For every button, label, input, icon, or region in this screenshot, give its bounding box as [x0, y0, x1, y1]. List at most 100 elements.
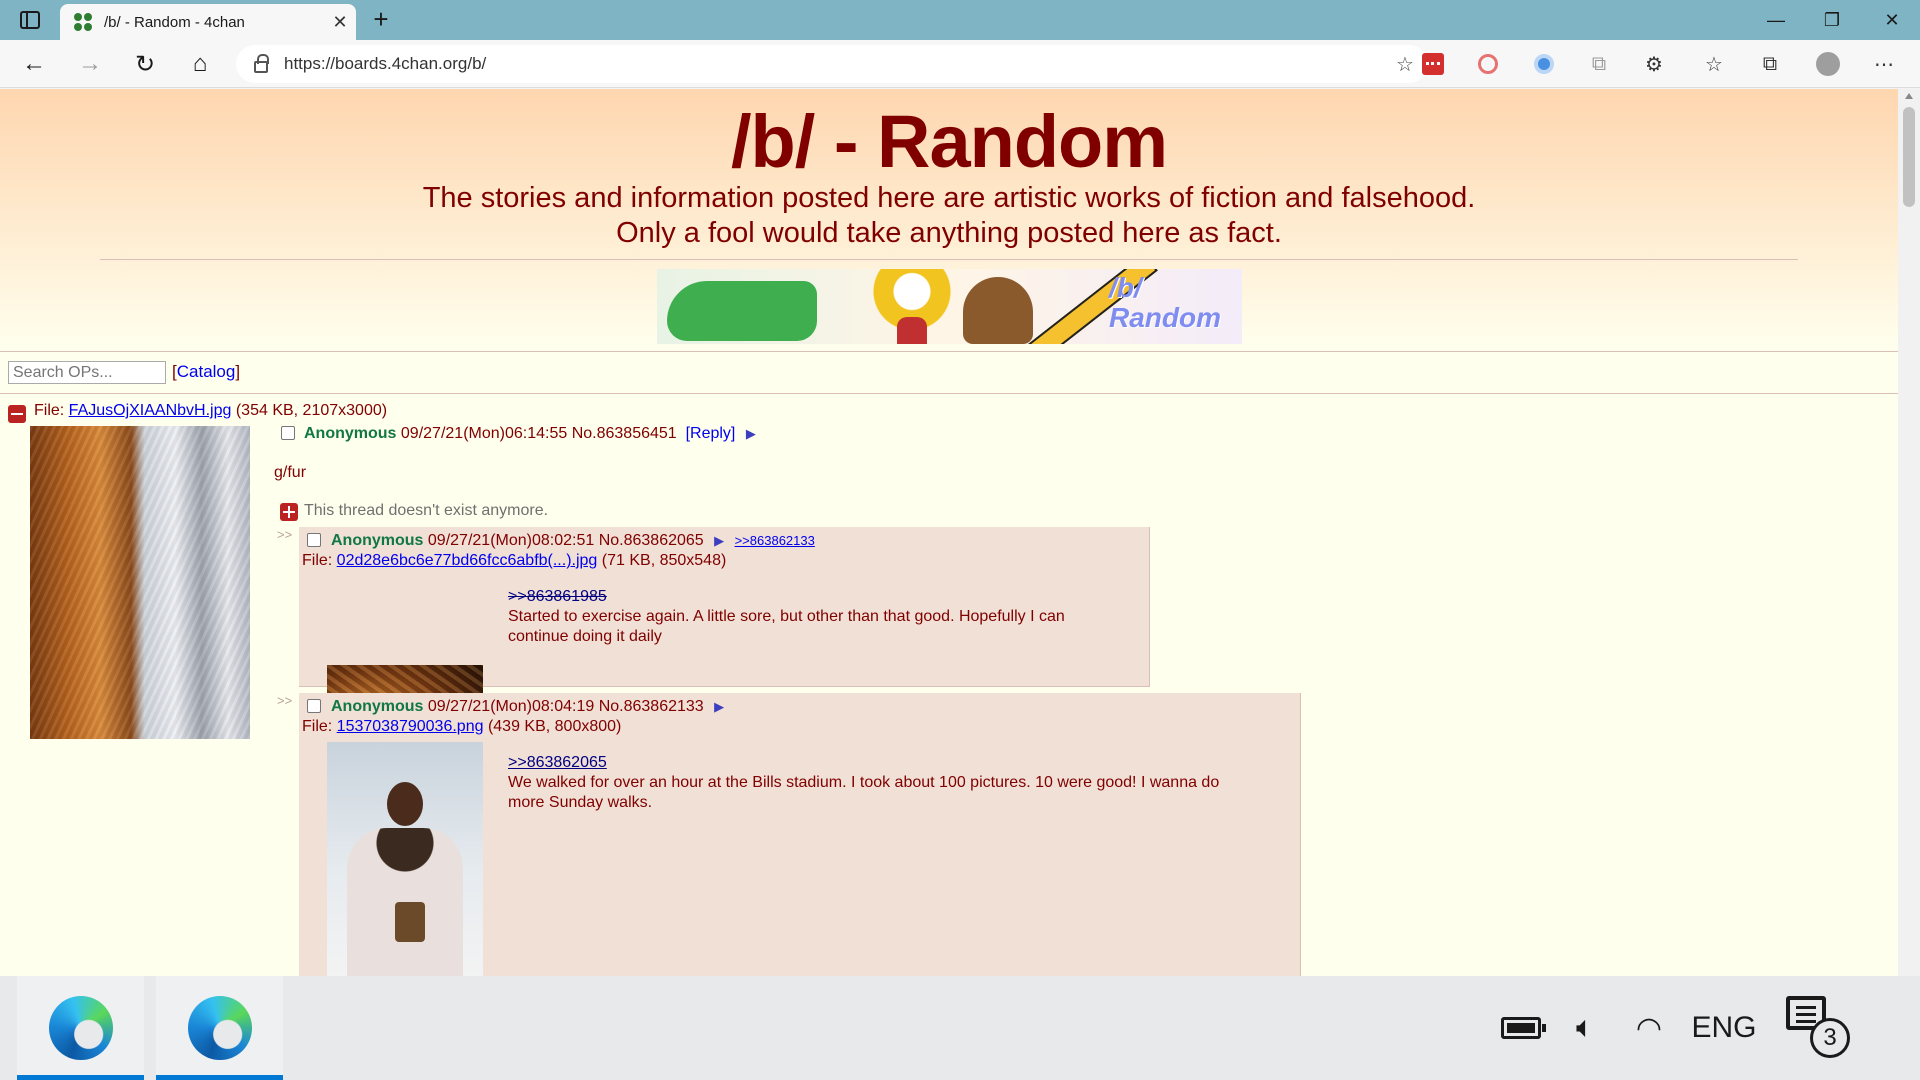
banner-seal-art: [963, 277, 1033, 344]
reply-select-checkbox[interactable]: [307, 699, 321, 713]
new-tab-button[interactable]: +: [366, 5, 396, 35]
forward-button[interactable]: →: [72, 46, 108, 82]
banner-label-board: /b/: [1109, 272, 1142, 303]
thread-gone-notice: This thread doesn't exist anymore.: [304, 502, 549, 519]
divider: [0, 351, 1898, 352]
banner-dragon-art: [667, 281, 817, 341]
post-datetime: 09/27/21(Mon)06:14:55: [400, 425, 568, 442]
op-select-checkbox[interactable]: [281, 426, 295, 440]
hide-thread-minus-icon[interactable]: [8, 405, 26, 423]
reply-file-link[interactable]: 1537038790036.png: [337, 718, 484, 735]
reply-comment: >>863861985 Started to exercise again. A…: [508, 587, 1108, 647]
edge-browser-icon: [187, 996, 252, 1060]
red-password-extension-icon[interactable]: [1422, 53, 1444, 75]
tab-title: /b/ - Random - 4chan: [104, 13, 245, 31]
browser-tab-active[interactable]: /b/ - Random - 4chan ✕: [60, 4, 356, 40]
browser-tab-strip: /b/ - Random - 4chan ✕ + — ❐ ✕: [0, 0, 1920, 40]
page-scrollbar[interactable]: [1898, 89, 1920, 976]
reply-select-checkbox[interactable]: [307, 533, 321, 547]
poster-name: Anonymous: [304, 425, 397, 442]
collections-icon[interactable]: ⧉: [1758, 52, 1782, 76]
reply-link[interactable]: [Reply]: [686, 425, 736, 442]
board-banner[interactable]: /b/ Random: [657, 269, 1242, 344]
post-datetime: 09/27/21(Mon)08:04:19: [427, 698, 595, 715]
extensions-puzzle-icon[interactable]: ⚙: [1642, 52, 1666, 76]
taskbar-edge-app[interactable]: [156, 976, 283, 1080]
gray-extension-icon[interactable]: ⧉: [1587, 52, 1611, 76]
refresh-button[interactable]: ↻: [127, 46, 163, 82]
post-menu-icon[interactable]: ▶: [714, 699, 724, 714]
catalog-link[interactable]: Catalog: [177, 362, 236, 381]
favorites-icon[interactable]: ☆: [1702, 52, 1726, 76]
home-button[interactable]: ⌂: [182, 46, 218, 82]
catalog-link-wrapper: [Catalog]: [172, 362, 241, 381]
post-menu-icon[interactable]: ▶: [746, 426, 756, 441]
photo-person-head: [387, 782, 423, 826]
banner-label-name: Random: [1109, 302, 1221, 333]
reply-image-thumbnail[interactable]: [327, 742, 483, 976]
reply-comment: >>863862065 We walked for over an hour a…: [508, 753, 1248, 813]
backlink[interactable]: >>863862133: [735, 533, 815, 548]
quote-link[interactable]: >>863862065: [508, 753, 1248, 773]
reply-file-link[interactable]: 02d28e6bc6e77bd66fcc6abfb(...).jpg: [337, 552, 598, 569]
board-page: /b/ - Random The stories and information…: [0, 89, 1898, 976]
op-file-link[interactable]: FAJusOjXIAANbvH.jpg: [69, 402, 232, 419]
address-bar[interactable]: https://boards.4chan.org/b/ ☆: [236, 45, 1428, 83]
scrollbar-thumb[interactable]: [1903, 107, 1915, 207]
close-window-button[interactable]: ✕: [1864, 0, 1920, 40]
notification-center-icon[interactable]: 3: [1780, 992, 1856, 1064]
back-button[interactable]: ←: [16, 46, 52, 82]
active-app-indicator: [156, 1075, 283, 1080]
post-number[interactable]: No.863862133: [599, 698, 704, 715]
op-file-info: File: FAJusOjXIAANbvH.jpg (354 KB, 2107x…: [34, 402, 388, 419]
tab-actions-icon[interactable]: [14, 8, 46, 32]
volume-icon[interactable]: 🔈︎: [1560, 996, 1610, 1060]
banner-girl-art: [867, 269, 957, 344]
notification-count-badge: 3: [1810, 1018, 1850, 1058]
post-menu-icon[interactable]: ▶: [714, 533, 724, 548]
op-image-thumbnail[interactable]: [30, 426, 250, 739]
board-subtitle-line2: Only a fool would take anything posted h…: [616, 217, 1282, 249]
add-favorite-icon[interactable]: ☆: [1388, 52, 1422, 77]
divider: [0, 393, 1898, 394]
browser-toolbar: ← → ↻ ⌂ https://boards.4chan.org/b/ ☆ ⧉ …: [0, 40, 1920, 88]
taskbar-edge-app[interactable]: [17, 976, 144, 1080]
wifi-icon[interactable]: ◠: [1624, 996, 1674, 1060]
blue-dot-extension-icon[interactable]: [1532, 52, 1556, 76]
minimize-button[interactable]: —: [1748, 0, 1804, 40]
poster-name: Anonymous: [331, 698, 424, 715]
dead-quote-link[interactable]: >>863861985: [508, 587, 1108, 607]
4chan-clover-icon: [74, 13, 92, 31]
maximize-button[interactable]: ❐: [1804, 0, 1860, 40]
photo-handbag: [395, 902, 425, 942]
tab-close-icon[interactable]: ✕: [324, 12, 356, 33]
expand-plus-icon[interactable]: [280, 503, 298, 521]
search-ops-input[interactable]: [8, 361, 166, 384]
post-number[interactable]: No.863856451: [572, 425, 677, 442]
more-menu-icon[interactable]: ⋯: [1872, 52, 1896, 76]
red-block-extension-icon[interactable]: [1476, 52, 1500, 76]
board-subtitle: The stories and information posted here …: [0, 181, 1898, 251]
scroll-up-arrow-icon[interactable]: [1905, 93, 1913, 99]
reply-side-arrows: >>: [277, 527, 293, 542]
address-url[interactable]: https://boards.4chan.org/b/: [284, 54, 1388, 74]
divider: [100, 259, 1798, 260]
op-post-info: Anonymous 09/27/21(Mon)06:14:55 No.86385…: [304, 425, 756, 443]
language-indicator[interactable]: ENG: [1686, 996, 1762, 1060]
reply-text: Started to exercise again. A little sore…: [508, 608, 1065, 645]
post-datetime: 09/27/21(Mon)08:02:51: [427, 532, 595, 549]
reply-file-info: File: 02d28e6bc6e77bd66fcc6abfb(...).jpg…: [302, 552, 727, 569]
reply-post-info: Anonymous 09/27/21(Mon)08:02:51 No.86386…: [331, 532, 815, 550]
board-subtitle-line1: The stories and information posted here …: [422, 182, 1476, 214]
battery-icon[interactable]: [1496, 996, 1546, 1060]
reply-post-info: Anonymous 09/27/21(Mon)08:04:19 No.86386…: [331, 698, 724, 716]
board-title: /b/ - Random: [730, 100, 1168, 183]
poster-name: Anonymous: [331, 532, 424, 549]
edge-browser-icon: [48, 996, 113, 1060]
post-number[interactable]: No.863862065: [599, 532, 704, 549]
op-comment: g/fur: [274, 464, 307, 481]
profile-avatar-icon[interactable]: [1816, 52, 1840, 76]
lock-icon[interactable]: [254, 54, 269, 73]
active-app-indicator: [17, 1075, 144, 1080]
windows-taskbar: 🔈︎ ◠ ENG 3: [0, 976, 1920, 1080]
